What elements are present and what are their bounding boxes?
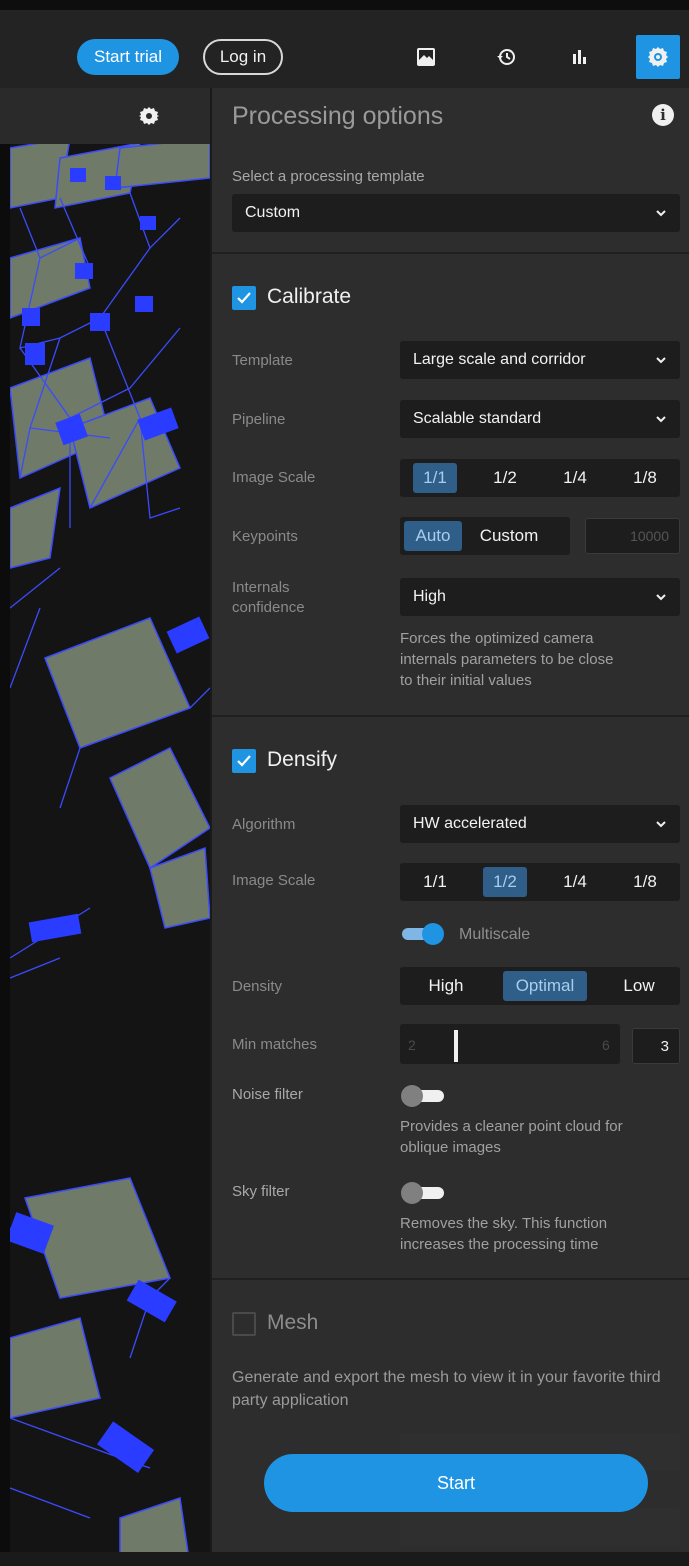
calibrate-scale-1-2[interactable]: 1/2 xyxy=(483,463,527,493)
start-button[interactable]: Start xyxy=(264,1454,648,1512)
chart-icon[interactable] xyxy=(558,35,602,79)
mesh-title: Mesh xyxy=(267,1311,319,1334)
noise-filter-toggle[interactable] xyxy=(400,1084,446,1108)
slider-handle[interactable] xyxy=(454,1030,458,1062)
algorithm-select[interactable]: HW accelerated xyxy=(400,805,680,843)
calibrate-template-select[interactable]: Large scale and corridor xyxy=(400,341,680,379)
settings-icon[interactable] xyxy=(636,35,680,79)
processing-template-select[interactable]: Custom xyxy=(232,194,680,232)
keypoints-label: Keypoints xyxy=(232,528,298,545)
mesh-description: Generate and export the mesh to view it … xyxy=(232,1369,661,1409)
density-label: Density xyxy=(232,978,283,995)
densify-title: Densify xyxy=(267,748,338,771)
section-separator xyxy=(212,252,689,254)
calibrate-scale-1-4[interactable]: 1/4 xyxy=(553,463,597,493)
min-matches-value-input[interactable]: 3 xyxy=(632,1028,680,1064)
chevron-down-icon xyxy=(656,821,666,828)
pipeline-value: Scalable standard xyxy=(413,410,542,427)
help-line: increases the processing time xyxy=(400,1236,599,1253)
internals-help-text: Forces the optimized camera internals pa… xyxy=(400,628,680,691)
algorithm-label: Algorithm xyxy=(232,816,296,833)
calibrate-template-label: Template xyxy=(232,352,293,369)
viewport-settings-icon[interactable] xyxy=(137,104,161,128)
internals-confidence-value: High xyxy=(413,588,446,605)
algorithm-value: HW accelerated xyxy=(413,815,527,832)
chevron-down-icon xyxy=(656,416,666,423)
panel-title: Processing options xyxy=(232,102,444,130)
chevron-down-icon xyxy=(656,357,666,364)
sky-filter-help: Removes the sky. This function increases… xyxy=(400,1213,680,1255)
viewport-header xyxy=(0,88,210,144)
multiscale-label: Multiscale xyxy=(459,926,531,943)
section-separator xyxy=(212,715,689,717)
sky-filter-toggle[interactable] xyxy=(400,1181,446,1205)
densify-scale-1-8[interactable]: 1/8 xyxy=(623,867,667,897)
internals-label-line2: confidence xyxy=(232,599,305,616)
info-icon[interactable]: i xyxy=(652,104,674,126)
camera-network-render xyxy=(6,137,210,1566)
internals-confidence-label: Internals confidence xyxy=(232,578,305,618)
densify-image-scale-label: Image Scale xyxy=(232,872,316,889)
viewport-edge xyxy=(0,88,10,1566)
density-optimal[interactable]: Optimal xyxy=(503,971,587,1001)
densify-scale-1-2[interactable]: 1/2 xyxy=(483,867,527,897)
calibrate-checkbox[interactable] xyxy=(232,286,256,310)
template-select-label: Select a processing template xyxy=(232,168,425,185)
densify-image-scale-segmented: 1/1 1/2 1/4 1/8 xyxy=(400,863,680,901)
history-icon[interactable] xyxy=(484,35,528,79)
min-matches-label: Min matches xyxy=(232,1036,318,1053)
calibrate-image-scale-segmented: 1/1 1/2 1/4 1/8 xyxy=(400,459,680,497)
keypoints-segmented: Auto Custom xyxy=(400,517,570,555)
help-line: Forces the optimized camera xyxy=(400,630,594,647)
help-line: internals parameters to be close xyxy=(400,651,614,668)
window-bottom-edge xyxy=(0,1552,689,1566)
help-line: to their initial values xyxy=(400,672,532,689)
help-line: oblique images xyxy=(400,1139,501,1156)
keypoints-number-input[interactable]: 10000 xyxy=(585,518,680,554)
slider-min-label: 2 xyxy=(408,1037,416,1053)
check-icon xyxy=(237,292,251,304)
chevron-down-icon xyxy=(656,210,666,217)
noise-filter-label: Noise filter xyxy=(232,1086,303,1103)
pipeline-label: Pipeline xyxy=(232,411,286,428)
help-line: Provides a cleaner point cloud for xyxy=(400,1118,623,1135)
multiscale-toggle[interactable] xyxy=(400,922,446,946)
images-icon[interactable] xyxy=(404,35,448,79)
density-segmented: High Optimal Low xyxy=(400,967,680,1005)
check-icon xyxy=(237,755,251,767)
calibrate-title: Calibrate xyxy=(267,285,352,308)
internals-label-line1: Internals xyxy=(232,579,290,596)
densify-scale-1-4[interactable]: 1/4 xyxy=(553,867,597,897)
keypoints-auto[interactable]: Auto xyxy=(404,521,462,551)
densify-scale-1-1[interactable]: 1/1 xyxy=(413,867,457,897)
chevron-down-icon xyxy=(656,594,666,601)
mesh-option-select-disabled-2 xyxy=(400,1508,680,1546)
densify-checkbox[interactable] xyxy=(232,749,256,773)
processing-template-value: Custom xyxy=(245,204,301,221)
slider-max-label: 6 xyxy=(602,1037,610,1053)
density-high[interactable]: High xyxy=(411,971,481,1001)
calibrate-scale-1-8[interactable]: 1/8 xyxy=(623,463,667,493)
density-low[interactable]: Low xyxy=(609,971,669,1001)
section-separator xyxy=(212,1278,689,1280)
calibrate-image-scale-label: Image Scale xyxy=(232,469,316,486)
pipeline-select[interactable]: Scalable standard xyxy=(400,400,680,438)
keypoints-custom[interactable]: Custom xyxy=(462,521,556,551)
sky-filter-label: Sky filter xyxy=(232,1183,290,1200)
3d-viewport[interactable] xyxy=(0,88,210,1566)
noise-filter-help: Provides a cleaner point cloud for obliq… xyxy=(400,1116,680,1158)
help-line: Removes the sky. This function xyxy=(400,1215,608,1232)
processing-options-panel: Processing options i Select a processing… xyxy=(212,88,689,1566)
start-trial-button[interactable]: Start trial xyxy=(77,39,179,75)
calibrate-scale-1-1[interactable]: 1/1 xyxy=(413,463,457,493)
min-matches-slider[interactable] xyxy=(400,1024,620,1064)
log-in-button[interactable]: Log in xyxy=(203,39,283,75)
internals-confidence-select[interactable]: High xyxy=(400,578,680,616)
window-edge xyxy=(0,0,689,10)
calibrate-template-value: Large scale and corridor xyxy=(413,351,586,368)
mesh-checkbox[interactable] xyxy=(232,1312,256,1336)
